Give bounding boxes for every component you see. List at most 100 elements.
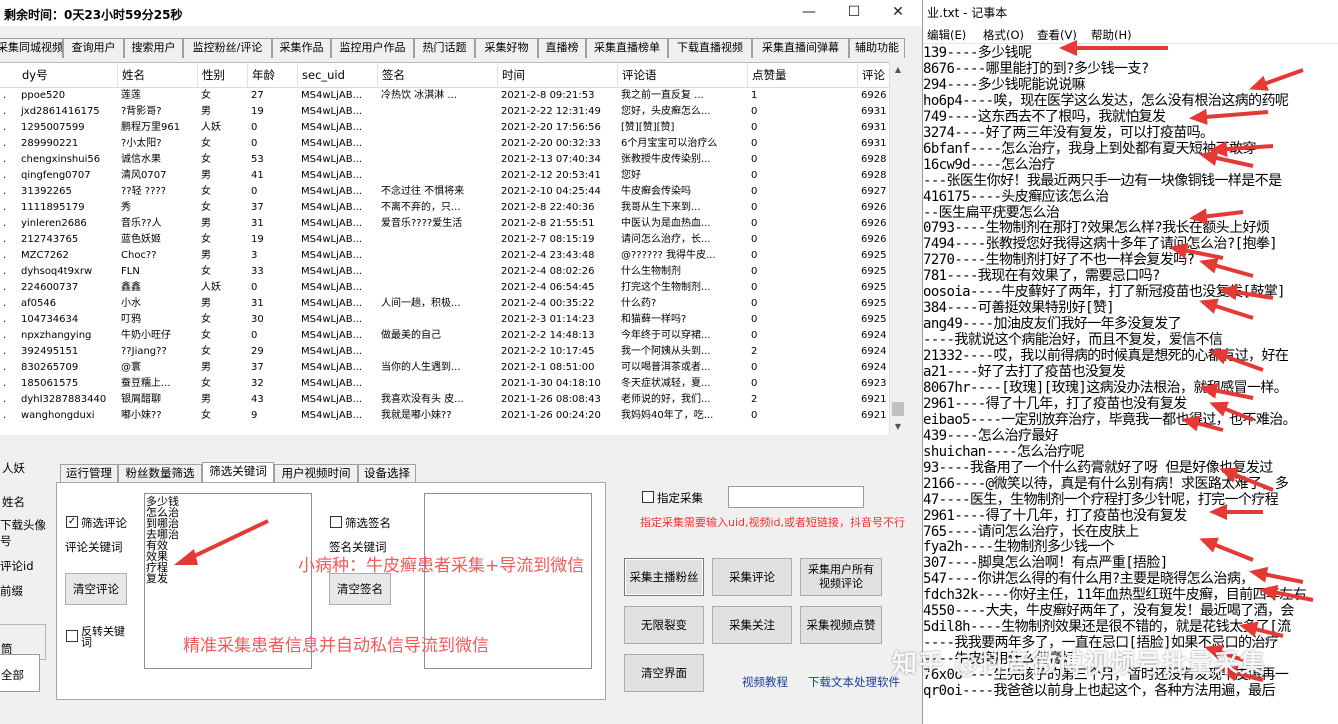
table-cell: npxzhangying [21,330,92,341]
collect-video-likes-button[interactable]: 采集视频点赞 [800,606,882,644]
clear-interface-button[interactable]: 清空界面 [624,654,704,692]
column-header[interactable]: 性别 [198,63,248,88]
table-row[interactable]: . 392495151 ??Jiang?? 女 29 MS4wLjAB... 2021-2-… [0,344,905,360]
column-header[interactable]: 时间 [498,63,618,88]
table-row[interactable]: . 31392265 ??轻 ???? 女 0 MS4wLjAB... 不念过往 不惧将来 2… [0,184,905,200]
close-button[interactable]: ✕ [876,0,920,26]
table-cell: 女 [201,410,211,421]
table-cell: 2021-2-4 06:54:45 [501,282,595,293]
column-header[interactable]: 年龄 [248,63,298,88]
column-header[interactable]: dy号 [18,63,118,88]
filter-sign-checkbox[interactable] [330,516,342,528]
table-cell: 爱音乐????爱生活 [381,218,463,229]
main-tab[interactable]: 辅助功能 [849,38,905,58]
main-tab[interactable]: 采集直播间弹幕 [752,38,849,58]
specify-collect-checkbox[interactable] [642,491,654,503]
main-tab[interactable]: 查询用户 [63,38,124,58]
reverse-keyword-checkbox[interactable] [66,630,78,642]
table-cell: MS4wLjAB... [301,346,363,357]
table-row[interactable]: . chengxinshui56 诚信水果 女 53 MS4wLjAB... 2021-2-… [0,152,905,168]
table-cell: 人妖 [201,122,221,133]
left-list[interactable]: 全部 [0,654,40,692]
table-row[interactable]: . 289990221 ?小太阳? 女 0 MS4wLjAB... 2021-2-20 00… [0,136,905,152]
specify-collect-label: 指定采集 [657,491,703,505]
table-cell: 我一个阿姨从头到... [621,346,711,357]
notepad-menubar: 编辑(E) 格式(O) 查看(V) 帮助(H) [923,26,1338,44]
table-row[interactable]: . 224600737 鑫鑫 人妖 0 MS4wLjAB... 2021-2-4 06:54… [0,280,905,296]
column-header[interactable]: sec_uid [298,63,378,88]
table-row[interactable]: . yinleren2686 音乐??人 男 31 MS4wLjAB... 爱音乐????爱… [0,216,905,232]
table-cell: 37 [251,202,264,213]
table-cell: 27 [251,90,264,101]
column-header[interactable]: 姓名 [118,63,198,88]
main-tab[interactable]: 监控用户作品 [331,38,414,58]
infinite-fission-button[interactable]: 无限裂变 [624,606,704,644]
table-cell: MS4wLjAB... [301,186,363,197]
menu-edit[interactable]: 编辑(E) [927,27,966,43]
filter-comment-checkbox[interactable]: ✓ [66,516,78,528]
table-cell: 今年终于可以穿裙... [621,330,711,341]
download-text-tool-link[interactable]: 下载文本处理软件 [808,674,900,690]
collect-all-video-comments-button[interactable]: 采集用户所有视频评论 [800,558,882,596]
main-tab[interactable]: 采集直播榜单 [586,38,668,58]
table-row[interactable]: . ppoe520 莲莲 女 27 MS4wLjAB... 冷热饮 冰淇淋 ... 2021-… [0,88,905,104]
clear-sign-button[interactable]: 清空签名 [329,573,391,605]
row-marker: . [3,250,7,261]
table-row[interactable]: . 185061575 蚕豆糯上... 女 32 MS4wLjAB... 2021-1-30… [0,376,905,392]
table-row[interactable]: . af0546 小水 男 31 MS4wLjAB... 人间一趟，积极... 2021-2-… [0,296,905,312]
specify-collect-input[interactable] [728,486,864,508]
table-row[interactable]: . 104734634 叮鸦 女 30 MS4wLjAB... 2021-2-3 01:14… [0,312,905,328]
tab-keyword-filter[interactable]: 筛选关键词 [202,462,274,482]
table-cell: 蚕豆糯上... [121,378,171,389]
column-header[interactable]: 评论语 [618,63,748,88]
tab-run-manage[interactable]: 运行管理 [60,464,118,482]
table-row[interactable]: . jxd2861416175 ?背影哥? 男 19 MS4wLjAB... 2021-2-… [0,104,905,120]
collect-anchor-fans-button[interactable]: 采集主播粉丝 [624,558,704,596]
table-row[interactable]: . 1111895179 秀 女 37 MS4wLjAB... 不离不弃的，只... 2021… [0,200,905,216]
main-tab[interactable]: 采集作品 [272,38,331,58]
table-row[interactable]: . npxzhangying 牛奶小旺仔 女 0 MS4wLjAB... 做最美的自己 202… [0,328,905,344]
table-row[interactable]: . dyhI3287883440 银屑醋聊 男 43 MS4wLjAB... 我喜欢没有头 … [0,392,905,408]
clear-comment-button[interactable]: 清空评论 [65,573,127,605]
row-marker: . [3,378,7,389]
table-row[interactable]: . 830265709 @寰 男 37 MS4wLjAB... 当你的人生遇到... 2021… [0,360,905,376]
table-cell: 牛皮癣会传染吗 [621,186,691,197]
table-cell: 2021-1-26 00:24:20 [501,410,601,421]
table-cell: 1111895179 [21,202,85,213]
table-row[interactable]: . qingfeng0707 清风0707 男 41 MS4wLjAB... 2021-2-… [0,168,905,184]
collect-comments-button[interactable]: 采集评论 [712,558,792,596]
main-tab[interactable]: 采集好物 [475,38,538,58]
menu-format[interactable]: 格式(O) [983,27,1024,43]
menu-view[interactable]: 查看(V) [1037,27,1077,43]
main-tab[interactable]: 直播榜 [538,38,586,58]
tab-device-select[interactable]: 设备选择 [358,464,416,482]
table-cell: 银屑醋聊 [121,394,161,405]
table-cell: 男 [201,106,211,117]
table-row[interactable]: . MZC7262 Choc?? 男 3 MS4wLjAB... 2021-2-4 23:4… [0,248,905,264]
main-tab[interactable]: 采集同城视频 [0,38,63,58]
scroll-thumb[interactable] [892,402,904,416]
grid-scrollbar[interactable]: ▲ ▼ [889,62,905,435]
tab-user-video-time[interactable]: 用户视频时间 [274,464,358,482]
table-cell: MS4wLjAB... [301,330,363,341]
table-row[interactable]: . 212743765 蓝色妖姬 女 19 MS4wLjAB... 2021-2-7 08:… [0,232,905,248]
scroll-down-icon[interactable]: ▼ [890,419,906,435]
table-row[interactable]: . dyhsoq4t9xrw FLN 女 33 MS4wLjAB... 2021-2-4 0… [0,264,905,280]
table-cell [378,120,498,136]
minimize-button[interactable]: — [787,0,831,26]
main-tab[interactable]: 监控粉丝/评论 [183,38,272,58]
column-header[interactable]: 签名 [378,63,498,88]
tab-fans-filter[interactable]: 粉丝数量筛选 [118,464,202,482]
scroll-up-icon[interactable]: ▲ [890,62,906,78]
menu-help[interactable]: 帮助(H) [1091,27,1132,43]
video-tutorial-link[interactable]: 视频教程 [742,674,788,690]
table-row[interactable]: . 1295007599 鹏程万里961 人妖 0 MS4wLjAB... 2021-2-2… [0,120,905,136]
main-tab[interactable]: 热门话题 [414,38,475,58]
column-header[interactable]: 点赞量 [748,63,858,88]
main-tab[interactable]: 搜索用户 [124,38,183,58]
collect-follow-button[interactable]: 采集关注 [712,606,792,644]
maximize-button[interactable]: ☐ [832,0,876,26]
table-row[interactable]: . wanghongduxi 嘟小妹?? 女 9 MS4wLjAB... 我就是嘟小妹?? 2… [0,408,905,424]
main-tab[interactable]: 下载直播视频 [668,38,752,58]
table-cell: 2021-2-20 00:32:33 [501,138,601,149]
